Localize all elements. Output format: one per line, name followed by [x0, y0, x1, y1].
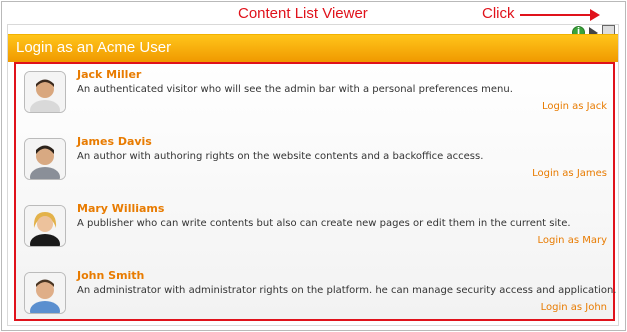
- avatar: [24, 272, 66, 314]
- login-link[interactable]: Login as James: [532, 168, 607, 179]
- avatar: [24, 205, 66, 247]
- login-link[interactable]: Login as Jack: [542, 101, 607, 112]
- content-list-viewer: Jack Miller An authenticated visitor who…: [14, 62, 616, 321]
- list-item: Mary Williams A publisher who can write …: [22, 202, 607, 262]
- user-name: James Davis: [77, 135, 152, 148]
- panel-titlebar: Login as an Acme User: [8, 34, 618, 62]
- login-link[interactable]: Login as Mary: [538, 235, 607, 246]
- user-description: An administrator with administrator righ…: [77, 285, 617, 296]
- list-item: Jack Miller An authenticated visitor who…: [22, 68, 607, 128]
- user-description: An author with authoring rights on the w…: [77, 151, 484, 162]
- user-description: An authenticated visitor who will see th…: [77, 84, 513, 95]
- user-name: Jack Miller: [77, 68, 142, 81]
- avatar: [24, 138, 66, 180]
- list-item: John Smith An administrator with adminis…: [22, 269, 616, 329]
- callout-arrow-right-head: [590, 9, 600, 21]
- click-callout: Click: [482, 5, 515, 22]
- login-link[interactable]: Login as John: [541, 302, 607, 313]
- user-name: Mary Williams: [77, 202, 165, 215]
- login-panel: i Login as an Acme User Jack Miller An a…: [7, 24, 619, 326]
- panel-title: Login as an Acme User: [16, 39, 172, 56]
- list-item: James Davis An author with authoring rig…: [22, 135, 607, 195]
- content-list-viewer-callout: Content List Viewer: [238, 5, 368, 22]
- callout-arrow-right: [520, 14, 592, 16]
- user-description: A publisher who can write contents but a…: [77, 218, 571, 229]
- user-name: John Smith: [77, 269, 145, 282]
- avatar: [24, 71, 66, 113]
